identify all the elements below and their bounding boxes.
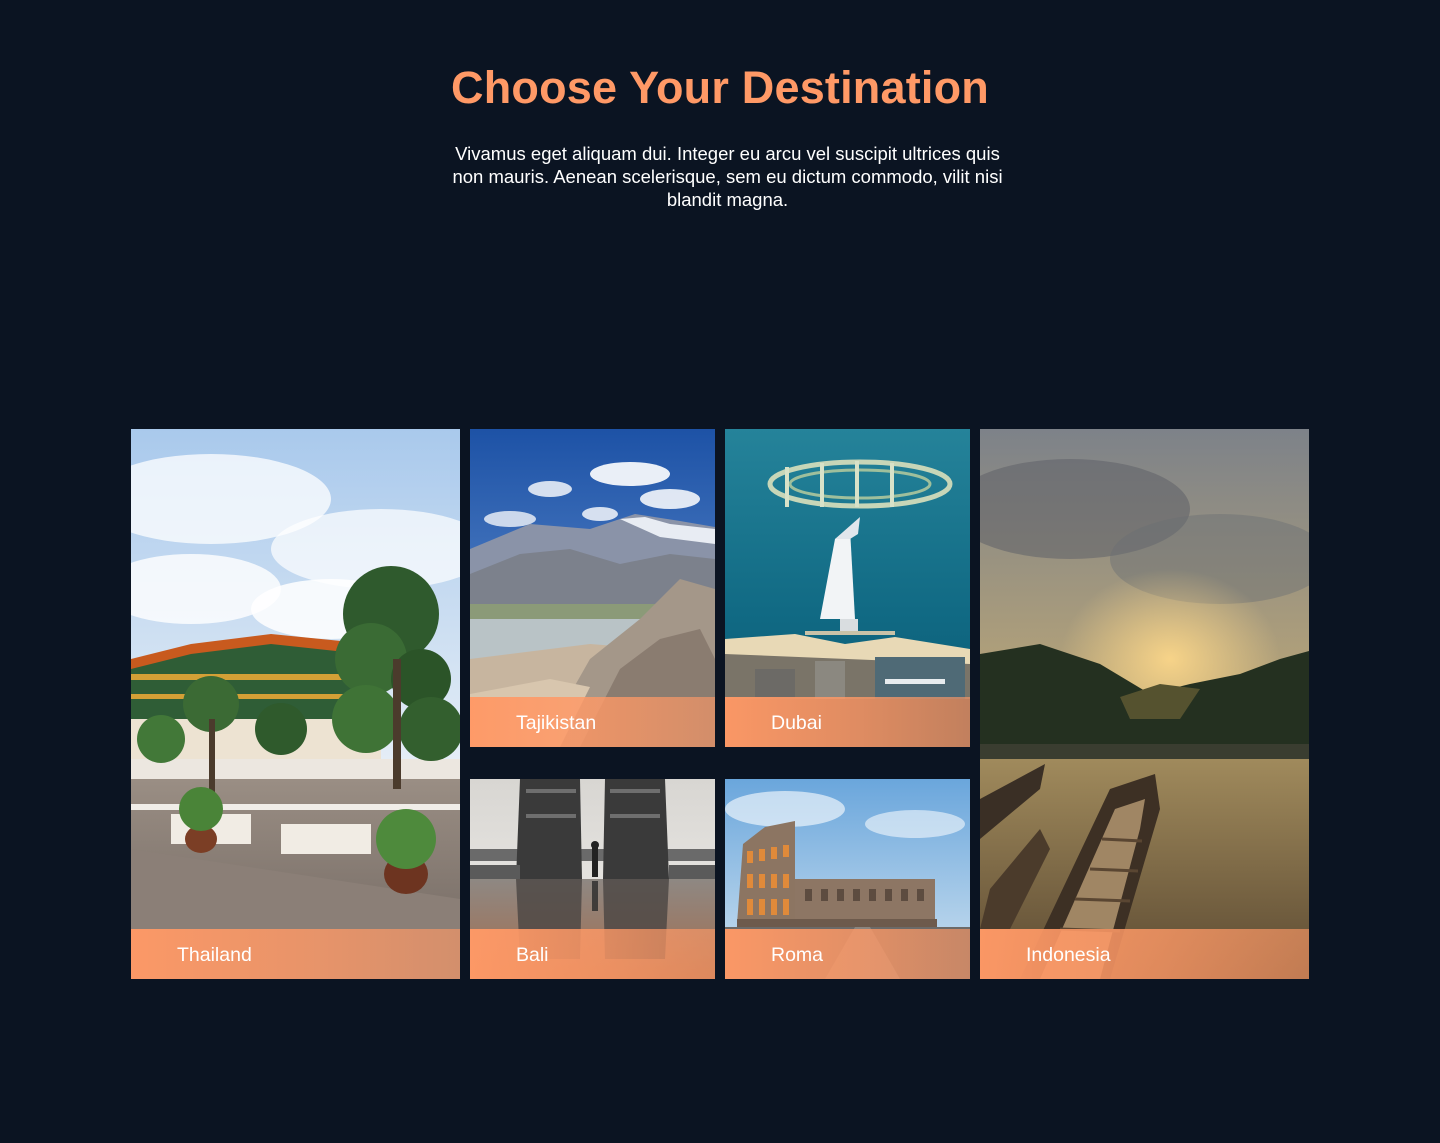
- destination-card-indonesia[interactable]: Indonesia: [980, 429, 1309, 979]
- destination-name: Indonesia: [1026, 944, 1111, 966]
- section-title: Choose Your Destination: [451, 62, 989, 113]
- destination-name: Thailand: [177, 944, 252, 966]
- destination-name: Tajikistan: [516, 712, 597, 734]
- destination-label-bar: Indonesia: [980, 929, 1309, 979]
- destination-card-roma[interactable]: Roma: [725, 779, 970, 979]
- destination-label-bar: Thailand: [131, 929, 460, 979]
- section-description: Vivamus eget aliquam dui. Integer eu arc…: [452, 143, 1003, 210]
- destination-card-bali[interactable]: Bali: [470, 779, 715, 979]
- destination-label-bar: Dubai: [725, 697, 970, 747]
- destination-card-dubai[interactable]: Dubai: [725, 429, 970, 747]
- destination-label-bar: Bali: [470, 929, 715, 979]
- destination-card-tajikistan[interactable]: Tajikistan: [470, 429, 715, 747]
- destination-name: Roma: [771, 944, 824, 966]
- destination-label-bar: Roma: [725, 929, 970, 979]
- indonesia-photo: [980, 429, 1309, 979]
- destination-name: Bali: [516, 944, 549, 966]
- destination-label-bar: Tajikistan: [470, 697, 715, 747]
- destination-name: Dubai: [771, 712, 822, 734]
- destination-card-thailand[interactable]: Thailand: [131, 429, 460, 979]
- thailand-photo: [131, 429, 460, 979]
